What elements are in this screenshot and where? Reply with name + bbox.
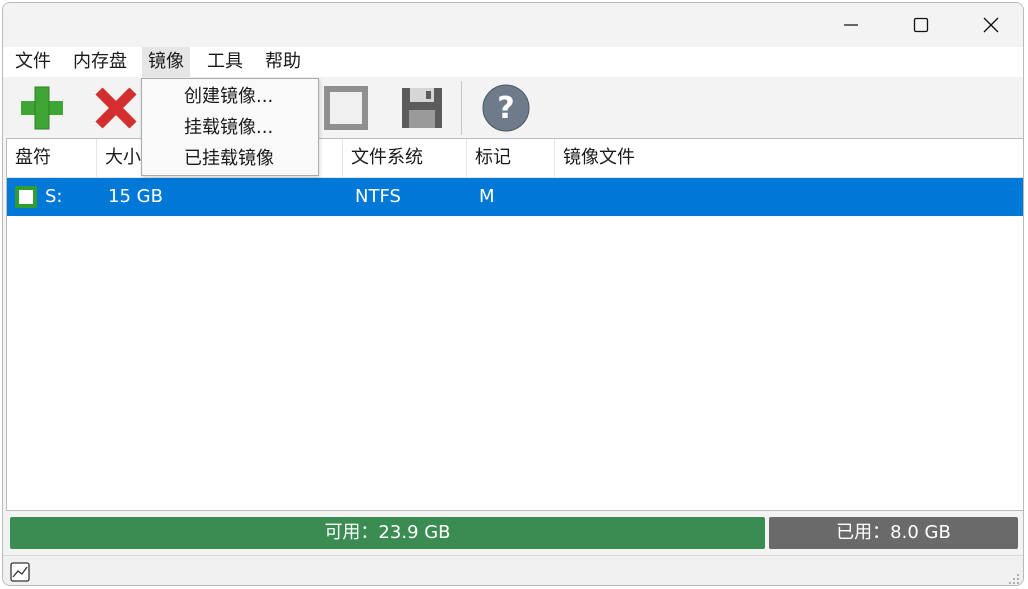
menu-ramdisk[interactable]: 内存盘 bbox=[67, 47, 133, 77]
stop-icon bbox=[324, 86, 368, 130]
save-icon bbox=[402, 88, 442, 128]
menu-item-mount-image[interactable]: 挂载镜像... bbox=[142, 113, 318, 143]
drive-table: 盘符 大小 文件系统 标记 镜像文件 S: 15 GB NTFS M bbox=[6, 138, 1023, 511]
cell-filesystem: NTFS bbox=[355, 186, 401, 207]
save-button[interactable] bbox=[397, 83, 447, 133]
menu-image[interactable]: 镜像 bbox=[142, 47, 190, 77]
toolbar-separator bbox=[461, 81, 462, 135]
help-button[interactable]: ? bbox=[481, 83, 531, 133]
stop-button[interactable] bbox=[321, 83, 371, 133]
help-icon: ? bbox=[482, 84, 530, 132]
menu-bar: 文件 内存盘 镜像 工具 帮助 bbox=[3, 47, 1023, 77]
add-button[interactable] bbox=[17, 83, 67, 133]
minimize-button[interactable] bbox=[816, 3, 886, 47]
chart-icon[interactable] bbox=[10, 562, 30, 582]
menu-tools[interactable]: 工具 bbox=[201, 47, 249, 77]
close-icon bbox=[983, 17, 999, 33]
status-bar bbox=[3, 555, 1023, 585]
free-space-bar: 可用：23.9 GB bbox=[10, 517, 765, 549]
image-menu-dropdown: 创建镜像... 挂载镜像... 已挂载镜像 bbox=[141, 78, 319, 176]
remove-button[interactable] bbox=[91, 83, 141, 133]
remove-icon bbox=[95, 87, 137, 129]
menu-help[interactable]: 帮助 bbox=[259, 47, 307, 77]
row-checkbox[interactable] bbox=[15, 186, 37, 208]
menu-item-mounted-images[interactable]: 已挂载镜像 bbox=[142, 144, 318, 174]
column-header-filesystem[interactable]: 文件系统 bbox=[343, 139, 467, 177]
column-header-drive[interactable]: 盘符 bbox=[7, 139, 97, 177]
title-bar bbox=[3, 3, 1023, 47]
maximize-icon bbox=[913, 17, 929, 33]
used-space-bar: 已用：8.0 GB bbox=[769, 517, 1018, 549]
cell-size: 15 GB bbox=[108, 186, 163, 207]
minimize-icon bbox=[844, 24, 858, 26]
add-icon bbox=[21, 86, 63, 130]
resize-grip-icon[interactable] bbox=[1008, 573, 1020, 585]
svg-text:?: ? bbox=[497, 91, 514, 126]
cell-flag: M bbox=[479, 186, 495, 207]
usage-bar: 可用：23.9 GB 已用：8.0 GB bbox=[3, 511, 1023, 555]
maximize-button[interactable] bbox=[886, 3, 956, 47]
column-header-image-file[interactable]: 镜像文件 bbox=[555, 139, 1023, 177]
cell-drive: S: bbox=[45, 186, 63, 207]
close-button[interactable] bbox=[956, 3, 1023, 47]
menu-file[interactable]: 文件 bbox=[9, 47, 57, 77]
menu-item-create-image[interactable]: 创建镜像... bbox=[142, 82, 318, 112]
table-row[interactable]: S: 15 GB NTFS M bbox=[7, 178, 1023, 216]
column-header-flag[interactable]: 标记 bbox=[467, 139, 555, 177]
app-window: 文件 内存盘 镜像 工具 帮助 ? 盘符 大小 文件系统 标记 镜像文件 S: … bbox=[2, 2, 1024, 586]
